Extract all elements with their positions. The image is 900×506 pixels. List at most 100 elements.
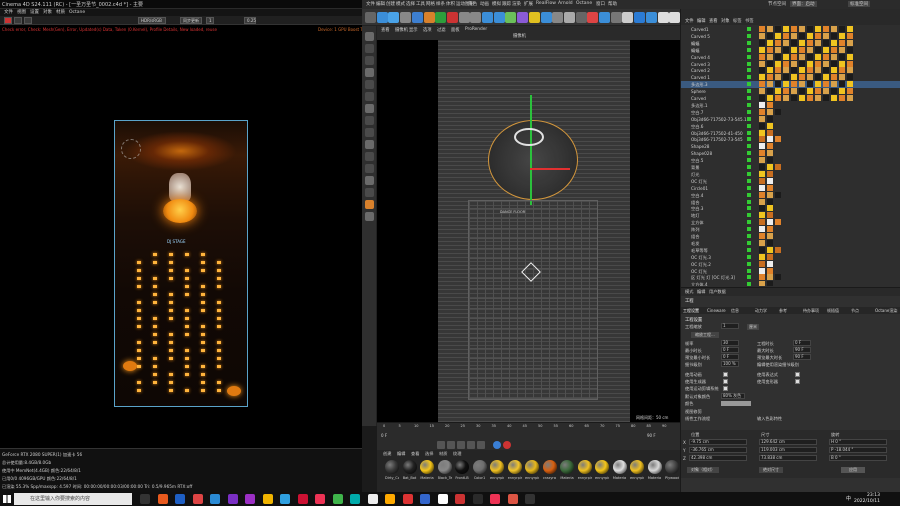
octane-menu-item[interactable]: 设置	[30, 9, 39, 16]
material-tag-icon[interactable]	[767, 67, 773, 74]
last-frame-icon[interactable]	[477, 441, 485, 449]
attr-tab[interactable]: 参考	[779, 308, 787, 314]
material-ball[interactable]	[385, 460, 399, 474]
object-row[interactable]: 立方体.4	[681, 281, 900, 286]
material-tag-icon[interactable]	[767, 95, 773, 101]
material-tag-icon[interactable]	[767, 101, 773, 108]
material-tag-icon[interactable]	[759, 53, 765, 60]
material-tag-icon[interactable]	[759, 88, 765, 95]
menubar-item[interactable]: 编辑	[376, 1, 385, 7]
app-icon[interactable]	[472, 494, 483, 504]
material-tag-icon[interactable]	[807, 46, 813, 53]
material-tag-icon[interactable]	[767, 198, 773, 205]
app-icon[interactable]	[437, 494, 448, 504]
om-tab[interactable]: 编辑	[697, 18, 706, 24]
visibility-dot[interactable]	[747, 192, 751, 197]
app-icon[interactable]	[280, 494, 290, 504]
material-tag-icon[interactable]	[759, 212, 765, 219]
light-icon[interactable]	[423, 12, 435, 23]
material-tag-icon[interactable]	[799, 26, 805, 32]
material-tag-icon[interactable]	[839, 95, 845, 101]
material-tag-icon[interactable]	[783, 39, 789, 46]
next-frame-icon[interactable]	[467, 441, 475, 449]
visibility-dot[interactable]	[747, 151, 751, 156]
app-icon[interactable]	[227, 494, 238, 504]
material-tag-icon[interactable]	[831, 67, 837, 74]
material-tag-icon[interactable]	[807, 67, 813, 74]
app-icon[interactable]	[385, 494, 395, 504]
material-tag-icon[interactable]	[759, 101, 765, 108]
tool-icon[interactable]	[365, 44, 374, 53]
material-tag-icon[interactable]	[839, 32, 845, 39]
material-tag-icon[interactable]	[791, 95, 797, 101]
app-icon[interactable]	[192, 494, 203, 504]
om-tab[interactable]: 查看	[709, 18, 718, 24]
attr-tab[interactable]: Cineware	[707, 308, 726, 313]
camera-view-icon[interactable]	[657, 12, 669, 23]
material-tag-icon[interactable]	[759, 253, 765, 260]
checkbox[interactable]	[795, 379, 800, 384]
rotation-field[interactable]: B 0 °	[829, 455, 887, 461]
undo-icon[interactable]	[365, 12, 376, 23]
material-tag-icon[interactable]	[847, 53, 853, 60]
color-swatch[interactable]	[721, 401, 751, 406]
material-menu-item[interactable]: 选择	[425, 451, 433, 457]
size-field[interactable]: 119.003 cm	[759, 447, 817, 453]
material-tag-icon[interactable]	[839, 88, 845, 95]
material-tag-icon[interactable]	[839, 26, 845, 32]
material-tag-icon[interactable]	[767, 150, 773, 157]
material-tag-icon[interactable]	[799, 60, 805, 67]
material-tag-icon[interactable]	[847, 81, 853, 88]
viewport-menu-item[interactable]: 摄像机	[395, 27, 408, 33]
material-tag-icon[interactable]	[775, 74, 781, 81]
material-tag-icon[interactable]	[815, 60, 821, 67]
material-tag-icon[interactable]	[807, 60, 813, 67]
generator-icon[interactable]	[470, 12, 482, 23]
visibility-dot[interactable]	[747, 213, 751, 218]
material-tag-icon[interactable]	[815, 95, 821, 101]
material-tag-icon[interactable]	[823, 88, 829, 95]
material-tag-icon[interactable]	[759, 157, 765, 164]
octane-menu-item[interactable]: Octane	[69, 9, 85, 16]
material-tag-icon[interactable]	[815, 32, 821, 39]
move-icon[interactable]	[376, 12, 388, 23]
exposure-value[interactable]: 1	[206, 17, 214, 24]
material-tag-icon[interactable]	[767, 122, 773, 129]
material-tag-icon[interactable]	[799, 32, 805, 39]
material-ball[interactable]	[402, 460, 417, 474]
material-tag-icon[interactable]	[759, 260, 765, 267]
om-tab[interactable]: 对象	[721, 18, 730, 24]
material-tag-icon[interactable]	[767, 239, 773, 246]
viewport-menu-item[interactable]: 面板	[451, 27, 460, 33]
attr-value-field[interactable]: 90 F	[793, 354, 811, 360]
deformer-icon[interactable]	[482, 12, 493, 23]
checkbox[interactable]	[723, 379, 728, 384]
material-tag-icon[interactable]	[775, 191, 781, 198]
material-tag-icon[interactable]	[839, 60, 845, 67]
material-tag-icon[interactable]	[847, 95, 853, 101]
material-tag-icon[interactable]	[831, 88, 837, 95]
rotation-field[interactable]: H 0 °	[829, 439, 887, 445]
visibility-dot[interactable]	[747, 123, 751, 128]
material-ball[interactable]	[420, 460, 434, 474]
extra-icon[interactable]	[669, 12, 681, 23]
attr-value-field[interactable]: 100 %	[721, 361, 739, 367]
material-tag-icon[interactable]	[783, 74, 789, 81]
tool-icon[interactable]	[365, 68, 374, 77]
select-icon[interactable]	[411, 12, 423, 23]
timeline-start[interactable]: 0 F	[381, 433, 387, 438]
material-tag-icon[interactable]	[767, 212, 773, 219]
material-tag-icon[interactable]	[815, 39, 821, 46]
material-tag-icon[interactable]	[807, 88, 813, 95]
material-tag-icon[interactable]	[759, 129, 765, 136]
material-tag-icon[interactable]	[775, 46, 781, 53]
material-tag-icon[interactable]	[791, 74, 797, 81]
menubar-item[interactable]: 扩展	[524, 1, 533, 7]
prev-frame-icon[interactable]	[447, 441, 455, 449]
material-tag-icon[interactable]	[783, 60, 789, 67]
material-tag-icon[interactable]	[799, 95, 805, 101]
material-tag-icon[interactable]	[775, 108, 781, 115]
timeline-ruler[interactable]: 0 5 10 15 20 25 30 35 40 45 50 55 60 65 70 75 80 85 90	[383, 424, 673, 431]
material-tag-icon[interactable]	[759, 26, 765, 32]
material-tag-icon[interactable]	[799, 67, 805, 74]
